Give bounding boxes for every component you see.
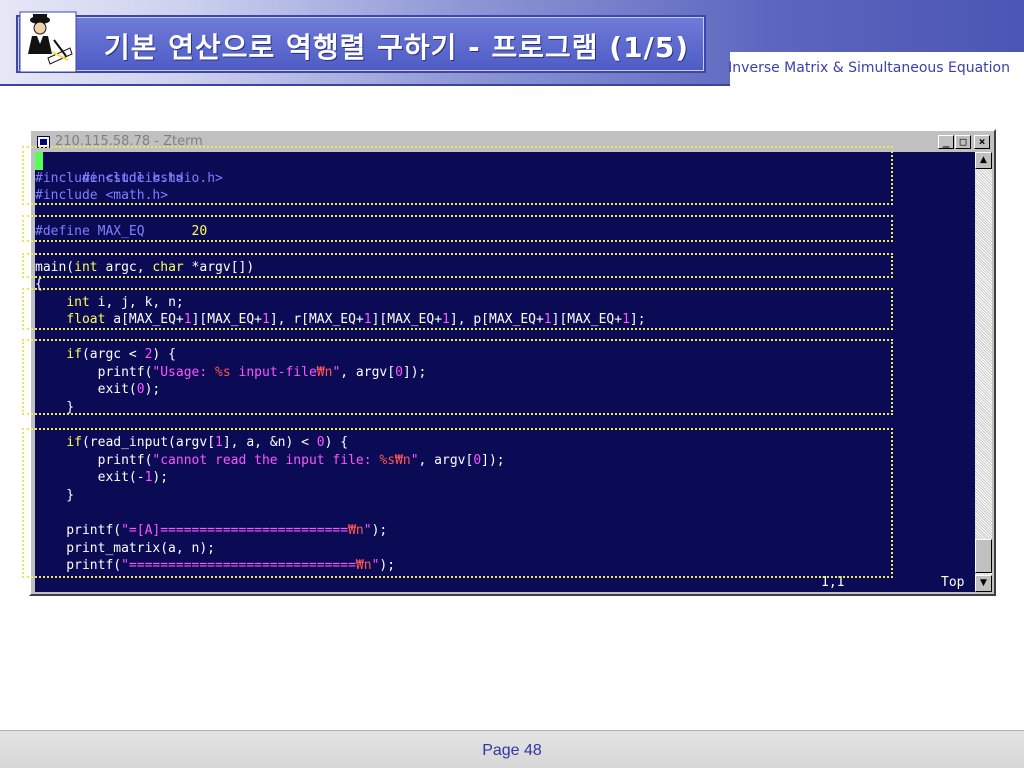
code-line-12: if(argc < 2) { [66, 347, 176, 362]
code-line-13: printf("Usage: %s input-file₩n", argv[0]… [35, 365, 427, 380]
code-line-14: exit(0); [35, 382, 161, 397]
terminal-titlebar[interactable]: 210.115.58.78 - Zterm _ □ × [33, 133, 992, 151]
minimize-button[interactable]: _ [938, 135, 954, 149]
page-title: 기본 연산으로 역행렬 구하기 - 프로그램 (1/5) [104, 31, 690, 64]
code-line-19: exit(-1); [35, 470, 169, 485]
terminal-window: 210.115.58.78 - Zterm _ □ × #include <st… [29, 129, 996, 596]
code-line-8: { [35, 277, 43, 292]
page-subtitle: Inverse Matrix & Simultaneous Equation [728, 60, 1010, 76]
terminal-app-icon[interactable] [37, 136, 50, 148]
code-line-22: printf("=[A]========================₩n")… [35, 523, 388, 538]
close-button[interactable]: × [974, 135, 990, 149]
code-line-23: print_matrix(a, n); [35, 541, 216, 556]
code-line-3: #include <math.h> [35, 188, 169, 203]
code-line-24: printf("=============================₩n"… [35, 558, 396, 573]
code-line-2: #include <stdlib.h> [35, 171, 184, 186]
cursor-position: 1,1 [821, 575, 845, 590]
scroll-indicator: Top [941, 575, 965, 590]
code-line-20: } [35, 488, 75, 503]
terminal-title: 210.115.58.78 - Zterm [55, 134, 203, 149]
vertical-scrollbar[interactable]: ▲ ▼ [975, 152, 992, 592]
terminal-screen[interactable]: #include <stdio.h> #include <stdlib.h> #… [35, 152, 975, 592]
text-cursor [35, 152, 43, 170]
code-line-7: main(int argc, char *argv[]) [35, 260, 255, 275]
scroll-down-button[interactable]: ▼ [975, 575, 992, 592]
maximize-button[interactable]: □ [955, 135, 971, 149]
scroll-thumb[interactable] [975, 539, 992, 573]
code-line-1: #include <stdio.h> [35, 152, 223, 186]
page-number: Page 48 [482, 742, 542, 759]
writer-mascot-icon [19, 11, 77, 73]
code-line-17: if(read_input(argv[1], a, &n) < 0) { [66, 435, 349, 450]
code-line-18: printf("cannot read the input file: %s₩n… [35, 453, 505, 468]
code-line-5: #define MAX_EQ 20 [35, 224, 208, 239]
slide-footer: Page 48 [0, 730, 1024, 768]
code-line-15: } [35, 400, 75, 415]
code-line-10: float a[MAX_EQ+1][MAX_EQ+1], r[MAX_EQ+1]… [66, 312, 646, 327]
scroll-up-button[interactable]: ▲ [975, 152, 992, 169]
code-line-9: int i, j, k, n; [66, 295, 184, 310]
